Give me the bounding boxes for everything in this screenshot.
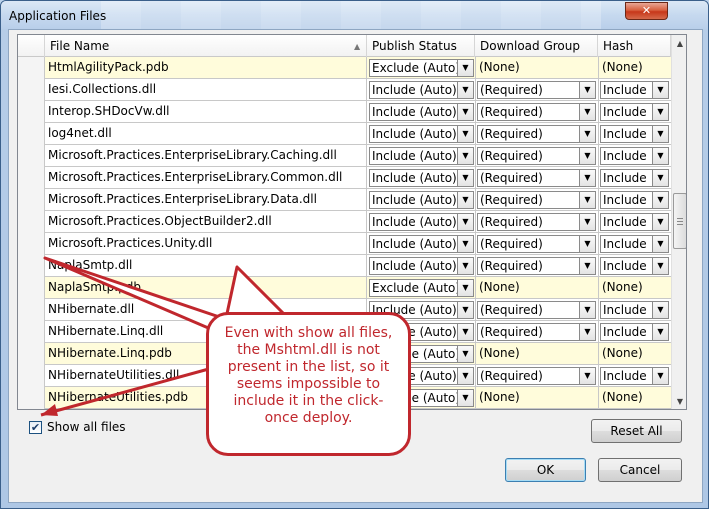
annotation-arrowhead-checkbox — [41, 404, 58, 416]
annotation-callout: Even with show all files, the Mshtml.dll… — [206, 312, 411, 456]
annotation-arrow-to-checkbox — [40, 365, 217, 417]
application-files-dialog: Application Files ✕ File Name ▲ Publish … — [0, 0, 709, 509]
annotation-callout-text: Even with show all files, the Mshtml.dll… — [224, 325, 393, 426]
